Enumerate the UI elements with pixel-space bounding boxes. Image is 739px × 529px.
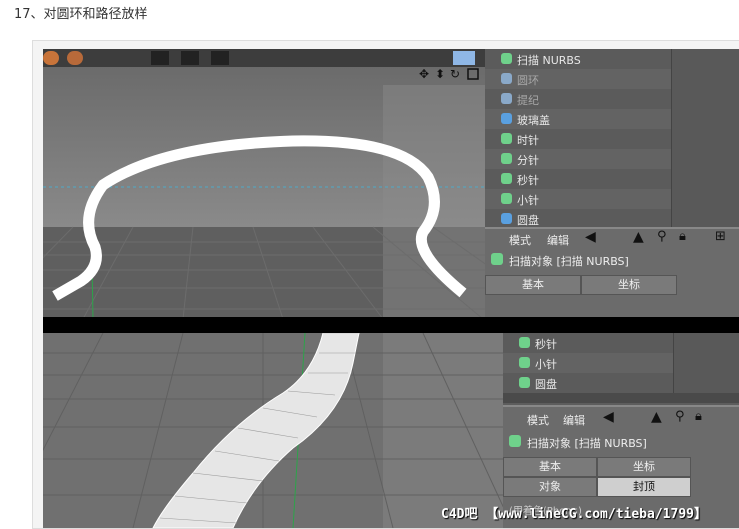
object-icon bbox=[501, 173, 512, 184]
tab-basic[interactable]: 基本 bbox=[485, 275, 581, 295]
object-icon bbox=[501, 93, 512, 104]
svg-text:↻: ↻ bbox=[450, 67, 460, 81]
tree-item-label: 圆环 bbox=[517, 74, 539, 87]
toolbar-icon[interactable] bbox=[211, 51, 229, 65]
visibility-column bbox=[673, 333, 739, 393]
menu-mode[interactable]: 模式 bbox=[527, 412, 549, 428]
tree-item[interactable]: 分针 bbox=[485, 149, 671, 169]
toolbar-icon[interactable] bbox=[181, 51, 199, 65]
attribute-manager: 模式 编辑 ◀ ▲ ⚲ 🔒︎ ⊞ 扫描对象 [扫描 NURBS] 基本 坐标 bbox=[485, 227, 739, 319]
tree-item-label: 小针 bbox=[517, 194, 539, 207]
back-arrow-icon[interactable]: ◀ bbox=[585, 229, 596, 245]
horizontal-scrollbar[interactable] bbox=[503, 393, 739, 403]
viewport-scene: ✥ ⬍ ↻ bbox=[43, 67, 485, 319]
add-icon[interactable]: ⊞ bbox=[715, 229, 726, 244]
menu-mode[interactable]: 模式 bbox=[509, 232, 531, 248]
bottom-screenshot: 秒针小针圆盘 模式 编辑 ◀ ▲ ⚲ 🔒︎ 扫描对象 [扫描 NURBS] 基本… bbox=[43, 333, 739, 528]
top-screenshot: ✥ ⬍ ↻ 扫描 NURBS 圆环提纪玻璃盖时针分针秒针小针圆盘 模式 编辑 ◀ … bbox=[43, 49, 739, 319]
object-icon bbox=[501, 73, 512, 84]
separator-bar bbox=[43, 317, 739, 333]
object-icon bbox=[501, 153, 512, 164]
toolbar-icon[interactable] bbox=[151, 51, 169, 65]
tree-item-label: 秒针 bbox=[517, 174, 539, 187]
step-heading: 17、对圆环和路径放样 bbox=[14, 7, 148, 22]
object-icon bbox=[501, 113, 512, 124]
tree-item-label: 玻璃盖 bbox=[517, 114, 550, 127]
object-title: 扫描对象 [扫描 NURBS] bbox=[509, 255, 629, 268]
toolbar-icon[interactable] bbox=[67, 51, 83, 65]
tab-object[interactable]: 对象 bbox=[503, 477, 597, 497]
object-icon bbox=[501, 53, 512, 64]
object-icon bbox=[501, 133, 512, 144]
object-tree-bottom: 秒针 小针 圆盘 bbox=[503, 333, 673, 393]
object-tree: 扫描 NURBS 圆环提纪玻璃盖时针分针秒针小针圆盘 bbox=[485, 49, 671, 229]
tree-item-label: 时针 bbox=[517, 134, 539, 147]
tree-item[interactable]: 秒针 bbox=[485, 169, 671, 189]
tab-basic[interactable]: 基本 bbox=[503, 457, 597, 477]
visibility-column bbox=[671, 49, 739, 227]
up-arrow-icon[interactable]: ▲ bbox=[651, 409, 662, 425]
back-arrow-icon[interactable]: ◀ bbox=[603, 409, 614, 425]
object-icon bbox=[501, 213, 512, 224]
tree-item[interactable]: 圆盘 bbox=[485, 209, 671, 229]
tree-item-label: 小针 bbox=[535, 358, 557, 371]
viewport-top[interactable]: ✥ ⬍ ↻ bbox=[43, 67, 485, 319]
tree-item[interactable]: 小针 bbox=[503, 353, 673, 373]
sweep-nurbs-icon bbox=[509, 435, 521, 447]
tree-item[interactable]: 圆盘 bbox=[503, 373, 673, 393]
tree-item-label: 分针 bbox=[517, 154, 539, 167]
tree-item[interactable]: 圆环 bbox=[485, 69, 671, 89]
tree-item-label: 提纪 bbox=[517, 94, 539, 107]
tree-item[interactable]: 时针 bbox=[485, 129, 671, 149]
up-arrow-icon[interactable]: ▲ bbox=[633, 229, 644, 245]
lock-icon[interactable]: 🔒︎ bbox=[679, 229, 686, 244]
object-icon bbox=[519, 377, 530, 388]
tree-item[interactable]: 扫描 NURBS bbox=[485, 49, 671, 69]
tree-item-label: 秒针 bbox=[535, 338, 557, 351]
tree-item[interactable]: 小针 bbox=[485, 189, 671, 209]
tab-cap[interactable]: 封顶 bbox=[597, 477, 691, 497]
tab-coord[interactable]: 坐标 bbox=[581, 275, 677, 295]
tab-coord[interactable]: 坐标 bbox=[597, 457, 691, 477]
watermark-text: C4D吧 【www.lineCG.com/tieba/1799】 bbox=[441, 507, 707, 522]
tree-item[interactable]: 秒针 bbox=[503, 333, 673, 353]
search-icon[interactable]: ⚲ bbox=[657, 229, 667, 244]
object-manager-bottom: 秒针 小针 圆盘 bbox=[503, 333, 739, 405]
object-title: 扫描对象 [扫描 NURBS] bbox=[527, 437, 647, 450]
search-icon[interactable]: ⚲ bbox=[675, 409, 685, 424]
object-icon bbox=[519, 337, 530, 348]
toolbar-icon[interactable] bbox=[43, 51, 59, 65]
menu-edit[interactable]: 编辑 bbox=[547, 232, 569, 248]
menu-edit[interactable]: 编辑 bbox=[563, 412, 585, 428]
tree-item[interactable]: 玻璃盖 bbox=[485, 109, 671, 129]
svg-text:⬍: ⬍ bbox=[435, 67, 445, 81]
tree-item-label: 扫描 NURBS bbox=[517, 54, 581, 67]
viewport-bottom-scene bbox=[43, 333, 503, 528]
screenshot-frame: ✥ ⬍ ↻ 扫描 NURBS 圆环 提纪 玻璃盖 时针 分针 秒针 小针 圆盘 模式 编辑 ◀ … bbox=[32, 40, 739, 529]
sweep-nurbs-icon bbox=[491, 253, 503, 265]
tree-item[interactable]: 提纪 bbox=[485, 89, 671, 109]
tree-item-label: 圆盘 bbox=[517, 214, 539, 227]
lock-icon[interactable]: 🔒︎ bbox=[695, 409, 702, 424]
object-icon bbox=[519, 357, 530, 368]
toolbar-icon[interactable] bbox=[453, 51, 475, 65]
object-manager: 扫描 NURBS 圆环提纪玻璃盖时针分针秒针小针圆盘 bbox=[485, 49, 739, 229]
svg-text:✥: ✥ bbox=[419, 67, 429, 81]
tree-item-label: 圆盘 bbox=[535, 378, 557, 391]
object-icon bbox=[501, 193, 512, 204]
